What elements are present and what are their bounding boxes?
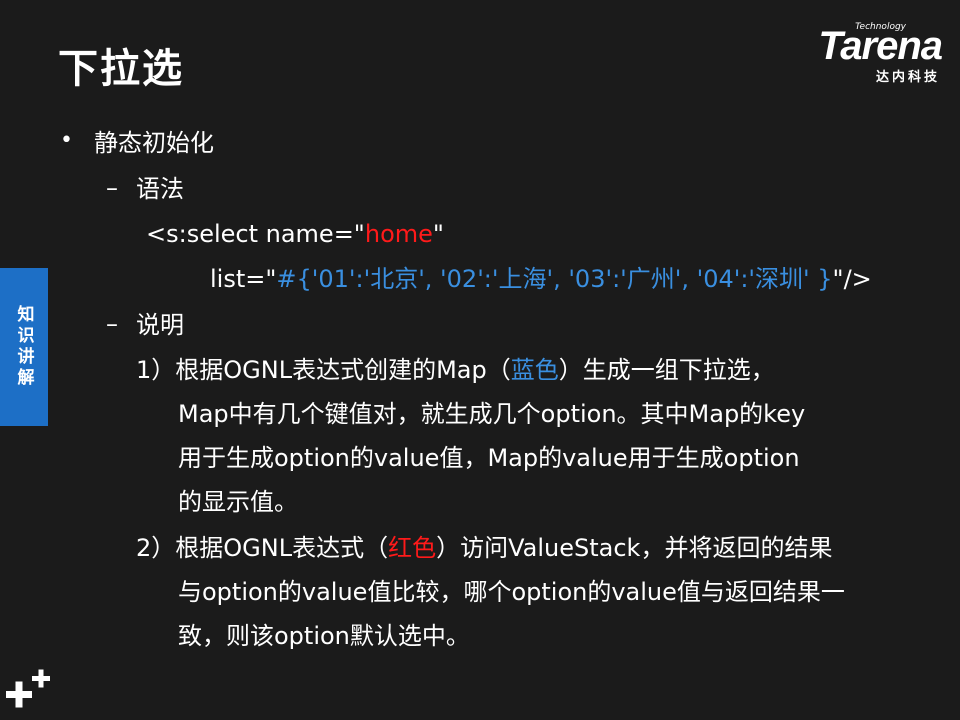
syntax-heading: 语法 (136, 175, 184, 203)
plus-icon (6, 669, 50, 708)
level1-heading: 静态初始化 (94, 129, 214, 157)
logo-wordmark: Tarena (818, 24, 943, 68)
code-name-value: home (364, 220, 433, 248)
para-text: ）访问ValueStack，并将返回的结果 (436, 534, 833, 562)
code-text: "/> (832, 265, 872, 293)
para-text: ）生成一组下拉选， (558, 356, 775, 384)
paragraph-2-line-3: 致，则该option默认选中。 (178, 622, 470, 650)
knowledge-tab-label: 知识讲解 (13, 305, 34, 389)
dash-icon: – (106, 174, 118, 202)
paragraph-1-line-2: Map中有几个键值对，就生成几个option。其中Map的key (178, 400, 806, 428)
paragraph-1-line-4: 的显示值。 (178, 488, 298, 516)
bullet-icon: • (60, 128, 73, 153)
paragraph-1-line-3: 用于生成option的value值，Map的value用于生成option (178, 444, 800, 472)
page-title: 下拉选 (58, 46, 184, 92)
para-text: 2）根据OGNL表达式（ (136, 534, 389, 562)
knowledge-tab: 知识讲解 (0, 268, 48, 426)
paragraph-2-line-1: 2）根据OGNL表达式（红色）访问ValueStack，并将返回的结果 (136, 533, 832, 563)
red-keyword: 红色 (388, 534, 437, 562)
explain-heading: 说明 (136, 311, 184, 339)
tarena-logo: Technology Tarena 达内科技 (777, 22, 943, 85)
code-text: list=" (210, 265, 277, 293)
paragraph-1-line-1: 1）根据OGNL表达式创建的Map（蓝色）生成一组下拉选， (136, 355, 775, 385)
logo-subtitle: 达内科技 (875, 70, 940, 85)
para-text: 1）根据OGNL表达式创建的Map（ (136, 356, 511, 384)
code-line-1: <s:select name="home" (146, 219, 444, 249)
code-text: " (432, 220, 444, 248)
dash-icon: – (106, 310, 118, 338)
blue-keyword: 蓝色 (510, 356, 559, 384)
code-list-value: #{'01':'北京', '02':'上海', '03':'广州', '04':… (276, 265, 833, 293)
paragraph-2-line-2: 与option的value值比较，哪个option的value值与返回结果一 (178, 578, 845, 606)
code-text: <s:select name=" (146, 220, 365, 248)
code-line-2: list="#{'01':'北京', '02':'上海', '03':'广州',… (210, 264, 872, 294)
